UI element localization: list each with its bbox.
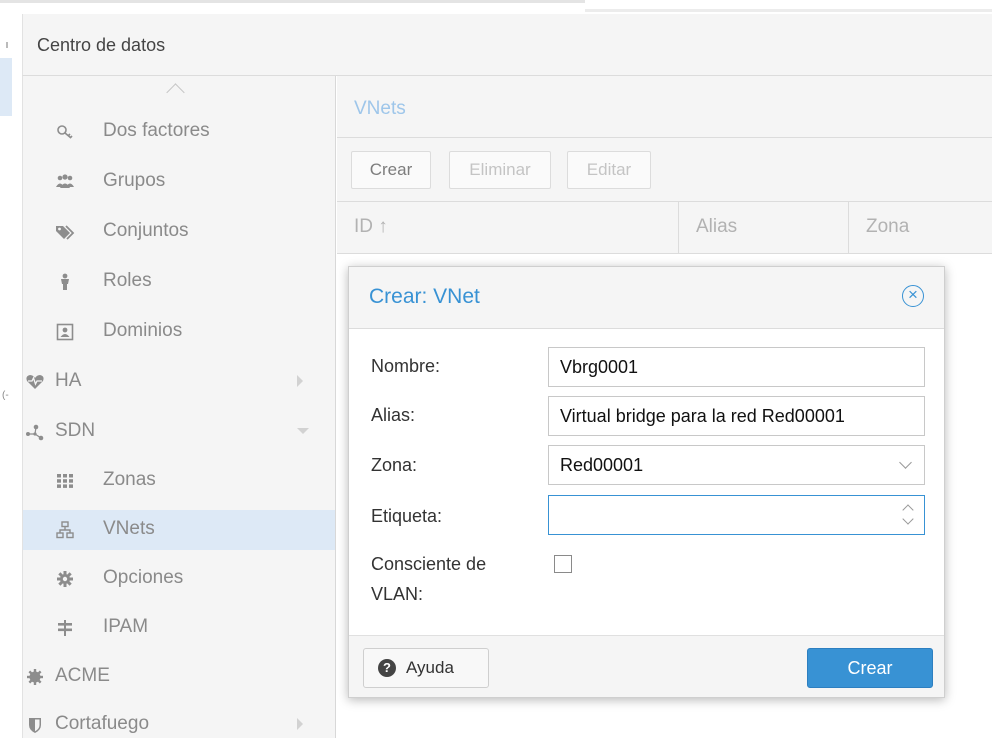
nav-item-options[interactable]: Opciones (23, 559, 335, 599)
config-nav: Dos factores Grupos Conjuntos Roles Domi… (22, 76, 336, 738)
vlan-aware-checkbox[interactable] (554, 555, 572, 573)
scroll-up-icon[interactable] (166, 83, 185, 102)
help-label: Ayuda (406, 658, 454, 677)
column-header-alias[interactable]: Alias (679, 202, 849, 254)
nav-item-ipam[interactable]: IPAM (23, 608, 335, 648)
expand-arrow-icon[interactable] (297, 375, 303, 387)
dialog-title: Crear: VNet (369, 285, 480, 308)
chevron-down-icon[interactable] (899, 456, 912, 469)
nav-item-groups[interactable]: Grupos (23, 162, 335, 202)
shield-icon (25, 715, 45, 735)
nav-item-label: Dos factores (103, 120, 210, 141)
create-button[interactable]: Crear (807, 648, 933, 688)
nav-item-pools[interactable]: Conjuntos (23, 212, 335, 252)
nav-item-label: Cortafuego (55, 713, 150, 734)
spinner-icon[interactable] (902, 503, 914, 527)
panel-toolbar: Crear Eliminar Editar (337, 138, 992, 202)
nav-item-label: Grupos (103, 170, 166, 191)
name-value: Vbrg0001 (560, 357, 639, 377)
zone-value: Red00001 (560, 455, 644, 475)
page-title: Centro de datos (37, 35, 166, 55)
tree-edge-mark (6, 42, 8, 48)
tag-label: Etiqueta: (371, 506, 443, 526)
alias-value: Virtual bridge para la red Red00001 (560, 406, 845, 426)
nav-item-label: Opciones (103, 567, 184, 588)
certificate-icon (25, 667, 45, 687)
column-label: Zona (866, 216, 910, 237)
nav-item-label: Dominios (103, 320, 183, 341)
tree-edge-glyph: (- (2, 390, 9, 401)
resource-tree-edge: (- (0, 14, 12, 738)
edit-button[interactable]: Editar (567, 151, 651, 189)
nav-item-label: HA (55, 370, 82, 391)
person-icon (55, 272, 75, 292)
tags-icon (55, 222, 75, 242)
nav-item-zones[interactable]: Zonas (23, 461, 335, 501)
name-label: Nombre: (371, 356, 441, 376)
column-label: Alias (696, 216, 738, 237)
nav-item-two-factor[interactable]: Dos factores (23, 112, 335, 152)
heartbeat-icon (25, 372, 45, 392)
nav-item-firewall[interactable]: Cortafuego (23, 705, 335, 738)
collapse-arrow-icon[interactable] (297, 428, 309, 434)
column-header-id[interactable]: ID ↑ (337, 202, 679, 254)
delete-button[interactable]: Eliminar (449, 151, 551, 189)
zone-select[interactable]: Red00001 (548, 445, 925, 485)
dialog-header: Crear: VNet × (349, 267, 944, 329)
nav-item-sdn[interactable]: SDN (23, 412, 335, 452)
vlan-aware-label-2: VLAN: (371, 584, 424, 604)
alias-label: Alias: (371, 405, 416, 425)
key-icon (55, 122, 75, 142)
grid-icon (55, 471, 75, 491)
signpost-icon (55, 618, 75, 638)
nav-item-label: Conjuntos (103, 220, 189, 241)
expand-arrow-icon[interactable] (297, 718, 303, 730)
id-card-icon (55, 322, 75, 342)
tag-field[interactable] (548, 495, 925, 535)
users-icon (55, 172, 75, 192)
nav-item-label: IPAM (103, 616, 149, 637)
help-icon: ? (378, 659, 396, 677)
zone-label: Zona: (371, 455, 418, 475)
nav-item-label: VNets (103, 518, 155, 539)
panel-header: VNets (337, 76, 992, 138)
column-label: ID ↑ (354, 216, 388, 237)
nav-item-domains[interactable]: Dominios (23, 312, 335, 352)
tree-selected-edge[interactable] (0, 58, 12, 116)
grid-header: ID ↑ Alias Zona (337, 202, 992, 254)
datacenter-header: Centro de datos (22, 14, 992, 76)
alias-field[interactable]: Virtual bridge para la red Red00001 (548, 396, 925, 436)
nav-item-vnets[interactable]: VNets (23, 510, 335, 550)
column-header-zone[interactable]: Zona (849, 202, 992, 254)
sdn-icon (25, 422, 45, 442)
create-vnet-dialog: Crear: VNet × Nombre: Vbrg0001 Alias: Vi… (348, 266, 945, 698)
dialog-footer: ? Ayuda Crear (349, 635, 944, 697)
name-field[interactable]: Vbrg0001 (548, 347, 925, 387)
help-button[interactable]: ? Ayuda (363, 648, 489, 688)
nav-item-label: SDN (55, 420, 96, 441)
network-icon (55, 520, 75, 540)
top-divider-right (585, 9, 992, 12)
create-vnet-button[interactable]: Crear (351, 151, 431, 189)
panel-title: VNets (354, 98, 406, 119)
nav-item-roles[interactable]: Roles (23, 262, 335, 302)
vlan-aware-label: Consciente de (371, 554, 487, 574)
nav-item-ha[interactable]: HA (23, 362, 335, 402)
nav-item-acme[interactable]: ACME (23, 657, 335, 697)
nav-item-label: Roles (103, 270, 152, 291)
close-icon[interactable]: × (902, 285, 924, 307)
nav-item-label: Zonas (103, 469, 156, 490)
top-divider (0, 0, 585, 3)
gear-icon (55, 569, 75, 589)
nav-item-label: ACME (55, 665, 110, 686)
